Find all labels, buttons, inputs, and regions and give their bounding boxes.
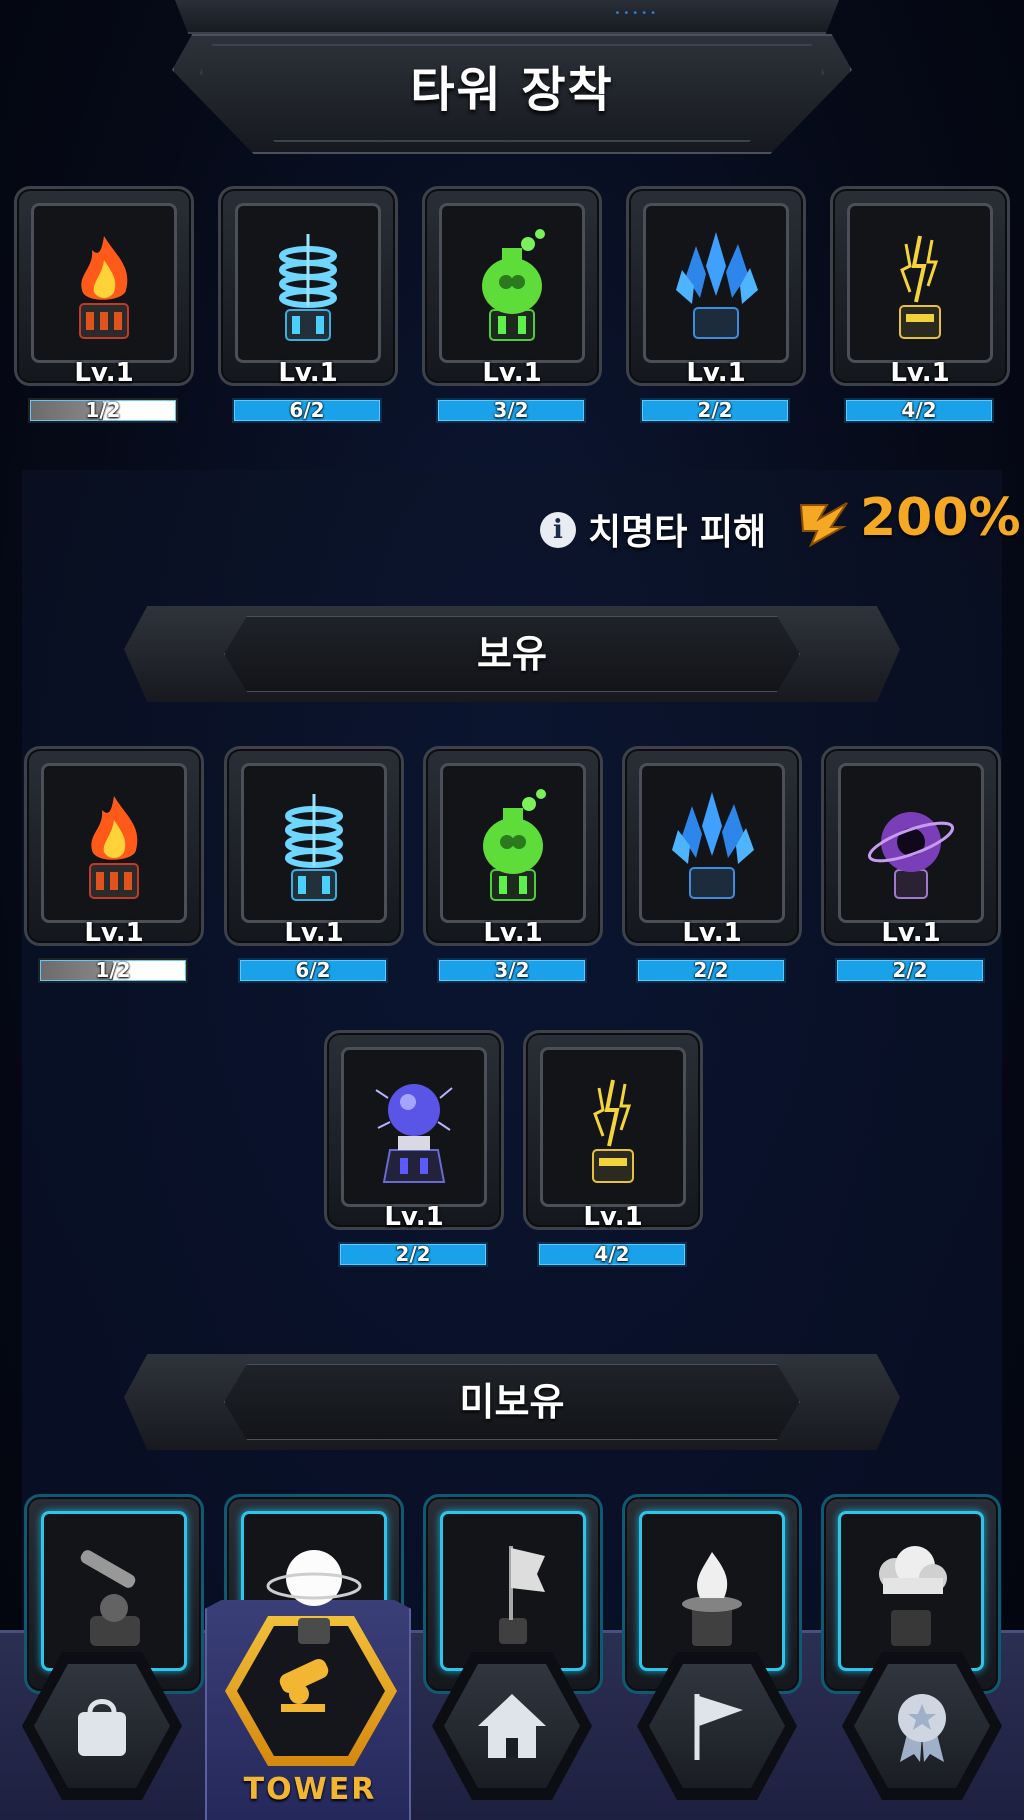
lightning-tower-icon	[870, 226, 970, 346]
tesla-coil-tower-icon	[264, 786, 364, 906]
page-title: 타워 장착	[410, 62, 614, 118]
medal-icon	[882, 1686, 962, 1766]
tower-level: Lv.1	[284, 918, 344, 948]
nav-label: TOWER	[243, 1772, 377, 1807]
tower-count-progress: 6/2	[238, 958, 388, 983]
tower-level: Lv.1	[881, 918, 941, 948]
fire-tower-icon	[64, 786, 164, 906]
tower-count-progress: 2/2	[636, 958, 786, 983]
tower-level: Lv.1	[278, 358, 338, 388]
tower-level: Lv.1	[84, 918, 144, 948]
owned-tower-card[interactable]: Lv.1 2/2	[821, 746, 1001, 983]
owned-tower-card[interactable]: Lv.1 1/2	[24, 746, 204, 983]
owned-tower-card[interactable]: Lv.1 2/2	[324, 1030, 504, 1267]
tower-level: Lv.1	[482, 358, 542, 388]
owned-tower-card[interactable]: Lv.1 3/2	[423, 746, 603, 983]
top-decor-bar: •••••	[175, 0, 839, 34]
equipped-tower-card[interactable]: Lv.1 3/2	[422, 186, 602, 423]
crit-damage-label: 치명타 피해	[588, 512, 767, 553]
tower-level: Lv.1	[583, 1202, 643, 1232]
owned-tower-card[interactable]: Lv.1 6/2	[224, 746, 404, 983]
tower-count-progress: 4/2	[844, 398, 994, 423]
info-icon[interactable]: i	[540, 512, 576, 548]
tower-level: Lv.1	[74, 358, 134, 388]
lightning-tower-icon	[563, 1070, 663, 1190]
tower-level: Lv.1	[384, 1202, 444, 1232]
poison-tower-icon	[462, 226, 562, 346]
nav-shop-button[interactable]	[0, 1630, 205, 1820]
storm-cloud-tower-icon	[861, 1534, 961, 1654]
tower-level: Lv.1	[686, 358, 746, 388]
nav-achievement-button[interactable]	[820, 1630, 1024, 1820]
flag-tower-icon	[463, 1534, 563, 1654]
ice-crystal-tower-icon	[666, 226, 766, 346]
crit-damage-icon	[799, 502, 848, 547]
tower-count-progress: 6/2	[232, 398, 382, 423]
nav-stage-button[interactable]	[615, 1630, 820, 1820]
tower-count-progress: 4/2	[537, 1242, 687, 1267]
crit-damage-value: 200%	[860, 488, 1021, 548]
tower-count-progress: 1/2	[28, 398, 178, 423]
tower-count-progress: 1/2	[38, 958, 188, 983]
owned-section-title: 보유	[477, 632, 547, 676]
tower-level: Lv.1	[890, 358, 950, 388]
black-hole-tower-icon	[861, 786, 961, 906]
equipped-tower-card[interactable]: Lv.1 1/2	[14, 186, 194, 423]
poison-tower-icon	[463, 786, 563, 906]
tesla-coil-tower-icon	[258, 226, 358, 346]
tower-count-progress: 3/2	[436, 398, 586, 423]
unowned-section-title: 미보유	[459, 1380, 565, 1424]
moon-orb-tower-icon	[264, 1534, 364, 1654]
ice-crystal-tower-icon	[662, 786, 762, 906]
owned-section-banner: 보유	[124, 606, 900, 702]
equipped-tower-card[interactable]: Lv.1 2/2	[626, 186, 806, 423]
owned-tower-card[interactable]: Lv.1 2/2	[622, 746, 802, 983]
cannon-tower-icon	[64, 1534, 164, 1654]
tower-count-progress: 3/2	[437, 958, 587, 983]
plasma-orb-tower-icon	[364, 1070, 464, 1190]
bag-icon	[62, 1686, 142, 1766]
tower-count-progress: 2/2	[640, 398, 790, 423]
equipped-tower-card[interactable]: Lv.1 4/2	[830, 186, 1010, 423]
tower-count-progress: 2/2	[835, 958, 985, 983]
flag-icon	[677, 1686, 757, 1766]
home-icon	[472, 1686, 552, 1766]
owned-tower-card[interactable]: Lv.1 4/2	[523, 1030, 703, 1267]
tower-level: Lv.1	[682, 918, 742, 948]
tower-level: Lv.1	[483, 918, 543, 948]
fire-tower-icon	[54, 226, 154, 346]
equipped-tower-card[interactable]: Lv.1 6/2	[218, 186, 398, 423]
nav-home-button[interactable]	[410, 1630, 615, 1820]
flame-brazier-tower-icon	[662, 1534, 762, 1654]
tower-count-progress: 2/2	[338, 1242, 488, 1267]
unowned-section-banner: 미보유	[124, 1354, 900, 1450]
